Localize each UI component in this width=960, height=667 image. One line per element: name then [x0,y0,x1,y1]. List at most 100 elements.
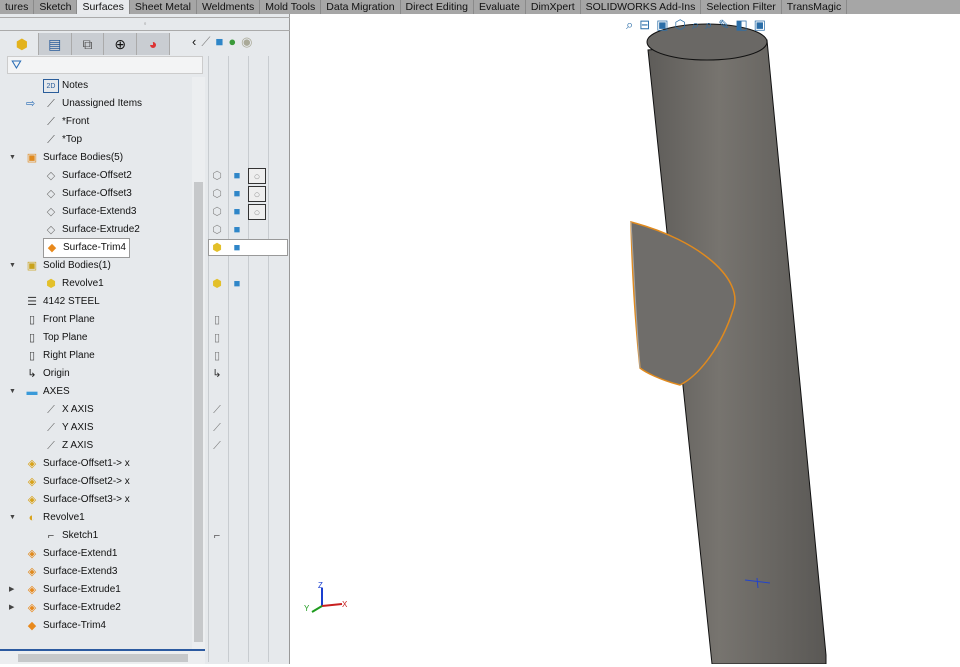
sphere-icon[interactable]: ○ [248,168,266,184]
sphere-icon[interactable]: ○ [248,186,266,202]
expander-icon[interactable]: ▼ [9,149,16,167]
tree-horizontal-scrollbar[interactable] [0,649,205,664]
tab-sketch[interactable]: Sketch [34,0,78,14]
tree-item[interactable]: ◈ Surface-Offset2-> x [24,473,130,491]
tree-item[interactable]: ◈ Surface-Extend1 [24,545,118,563]
expander-icon[interactable]: ▶ [9,599,14,617]
tab-dimxpert[interactable]: DimXpert [526,0,581,14]
collapse-arrow-icon[interactable]: ‹ [192,34,196,50]
tree-item[interactable]: ◇ Surface-Offset2 [43,167,132,185]
tab-data-migration[interactable]: Data Migration [321,0,401,14]
expander-icon[interactable]: ▼ [9,383,16,401]
tab-evaluate[interactable]: Evaluate [474,0,526,14]
expander-icon[interactable]: ▼ [9,509,16,527]
dimxpert-manager-tab[interactable]: ⊕ [104,33,138,55]
surface-offset-icon: ◈ [27,458,37,470]
tree-item[interactable]: ⇨ ⟋ Unassigned Items [26,95,142,113]
tab-selection-filter[interactable]: Selection Filter [701,0,782,14]
box-icon[interactable]: ⬡ [208,168,226,184]
cube-icon[interactable]: ■ [228,204,246,220]
configuration-manager-tab[interactable]: ⧉ [72,33,105,55]
zoom-to-fit-icon[interactable]: ⌕ [626,17,633,33]
hide-show-icon[interactable]: ⟋ [201,34,210,50]
tree-item[interactable]: ⬢ Revolve1 [43,275,104,293]
tree-item[interactable]: ◈ Surface-Offset1-> x [24,455,130,473]
axis-icon[interactable]: ⟋ [208,420,226,436]
tab-direct-editing[interactable]: Direct Editing [401,0,474,14]
tree-item[interactable]: ▶ ◈ Surface-Extrude1 [9,581,121,599]
previous-view-icon[interactable]: ▣ [656,17,668,33]
property-manager-tab[interactable]: ▤ [39,33,72,55]
tree-vertical-scrollbar[interactable] [192,77,205,649]
tree-item[interactable]: 2D Notes [43,77,88,95]
tree-item[interactable]: ◆ Surface-Trim4 [24,617,106,635]
section-view-icon[interactable]: ⬡ [674,17,685,33]
cube-icon[interactable]: ■ [228,168,246,184]
sphere-icon[interactable]: ○ [248,204,266,220]
visibility-icon[interactable]: ◉ [241,34,252,50]
axis-icon[interactable]: ⟋ [208,402,226,418]
tree-item[interactable]: ☰ 4142 STEEL [24,293,100,311]
tree-item[interactable]: ⌐ Sketch1 [43,527,98,545]
cube-icon[interactable]: ■ [228,240,246,256]
tree-item[interactable]: ◈ Surface-Extend3 [24,563,118,581]
panel-splitter[interactable]: ◦ [0,17,290,31]
dynamic-annotation-icon[interactable]: ⌕ [692,17,699,33]
tree-item-label: Sketch1 [62,530,99,541]
plane-icon[interactable]: ▯ [208,348,226,364]
origin-icon[interactable]: ↳ [208,366,226,382]
display-manager-tab[interactable]: ◕ [137,33,170,55]
appearance-cube-icon[interactable]: ■ [215,34,223,50]
expander-icon[interactable]: ▶ [9,581,14,599]
feature-manager-tab[interactable]: ⬢ [6,33,39,55]
tree-item[interactable]: ▯ Top Plane [24,329,88,347]
hide-show-items-icon[interactable]: ◧ [735,17,747,33]
tab-sheet-metal[interactable]: Sheet Metal [130,0,197,14]
graphics-area[interactable]: Z X Y [291,14,960,665]
tree-item[interactable]: ◇ Surface-Offset3 [43,185,132,203]
tab-tures[interactable]: tures [0,0,35,14]
tree-item[interactable]: ▼ ▣ Surface Bodies(5) [9,149,123,167]
tree-item[interactable]: ◇ Surface-Extrude2 [43,221,140,239]
expander-icon[interactable]: ▼ [9,257,16,275]
tree-item[interactable]: ▯ Front Plane [24,311,95,329]
tree-item[interactable]: ▼ ▬ AXES [9,383,70,401]
box-icon[interactable]: ⬡ [208,222,226,238]
appearance-edit-icon[interactable]: ● [228,34,236,50]
zoom-area-icon[interactable]: ⊟ [639,17,650,33]
ybox-icon[interactable]: ⬢ [208,276,226,292]
tab-solidworks-add-ins[interactable]: SOLIDWORKS Add-Ins [581,0,702,14]
tab-mold-tools[interactable]: Mold Tools [260,0,322,14]
cube-icon[interactable]: ■ [228,276,246,292]
tree-item[interactable]: ▶ ◈ Surface-Extrude2 [9,599,121,617]
cube-icon[interactable]: ■ [228,222,246,238]
tab-transmagic[interactable]: TransMagic [782,0,848,14]
edit-appearance-icon[interactable]: ▣ [754,17,766,33]
tree-item[interactable]: ↳ Origin [24,365,69,383]
plane-icon[interactable]: ▯ [208,330,226,346]
tree-item[interactable]: ⟋ Z AXIS [43,437,93,455]
sketch-icon[interactable]: ⌐ [208,528,226,544]
tree-filter-input[interactable]: ⛛ [7,56,203,74]
tab-surfaces[interactable]: Surfaces [77,0,130,14]
tree-item[interactable]: ⟋ *Top [43,131,82,149]
tree-item[interactable]: ▯ Right Plane [24,347,95,365]
box-icon[interactable]: ⬡ [208,204,226,220]
display-style-icon[interactable]: ✎ [718,17,729,33]
ybox-icon[interactable]: ⬢ [208,240,226,256]
tree-item[interactable]: ⟋ Y AXIS [43,419,93,437]
plane-icon[interactable]: ▯ [208,312,226,328]
tree-item[interactable]: ▼ ◐ Revolve1 [9,509,85,527]
tree-item[interactable]: ◆ Surface-Trim4 [43,238,130,258]
tree-item[interactable]: ▼ ▣ Solid Bodies(1) [9,257,111,275]
axis-icon[interactable]: ⟋ [208,438,226,454]
tree-item[interactable]: ⟋ X AXIS [43,401,94,419]
tree-item[interactable]: ◈ Surface-Offset3-> x [24,491,130,509]
cube-icon[interactable]: ■ [228,186,246,202]
tree-item[interactable]: ◇ Surface-Extend3 [43,203,137,221]
tab-weldments[interactable]: Weldments [197,0,261,14]
tree-item[interactable]: ⟋ *Front [43,113,89,131]
box-icon[interactable]: ⬡ [208,186,226,202]
view-orientation-icon[interactable]: ⌕ [705,17,712,33]
model-viewport[interactable]: Z X Y [291,14,960,665]
